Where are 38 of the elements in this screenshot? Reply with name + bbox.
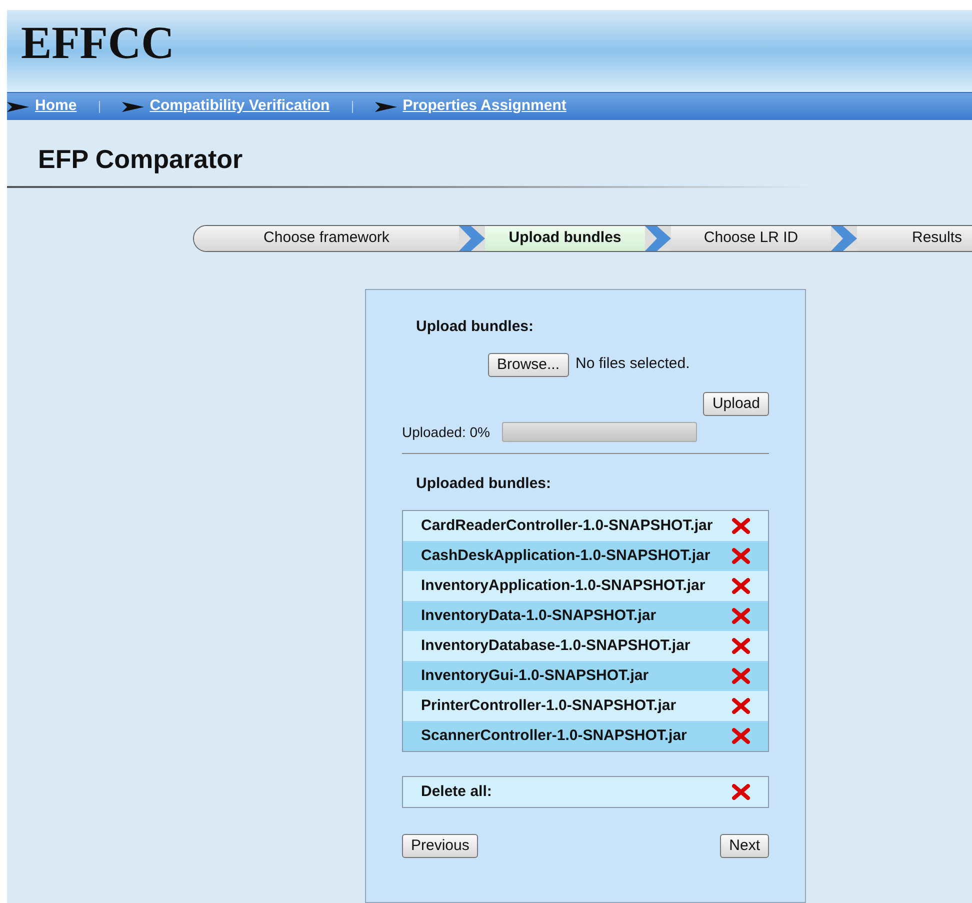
delete-icon[interactable] xyxy=(732,698,750,714)
progress-label: Uploaded: 0% xyxy=(402,422,490,442)
arrow-icon xyxy=(122,102,144,112)
bundle-name: InventoryGui-1.0-SNAPSHOT.jar xyxy=(421,666,649,686)
bundle-name: InventoryApplication-1.0-SNAPSHOT.jar xyxy=(421,576,706,596)
delete-icon[interactable] xyxy=(732,608,750,624)
upload-button[interactable]: Upload xyxy=(703,392,769,416)
next-button[interactable]: Next xyxy=(720,834,769,858)
chevron-icon xyxy=(645,226,671,251)
bundle-name: CardReaderController-1.0-SNAPSHOT.jar xyxy=(421,516,713,536)
delete-icon[interactable] xyxy=(732,668,750,684)
logo: EFFCC xyxy=(21,20,174,66)
arrow-icon xyxy=(374,102,397,112)
delete-icon[interactable] xyxy=(732,548,750,564)
file-status: No files selected. xyxy=(576,354,690,374)
section-heading: Uploaded bundles: xyxy=(415,474,552,494)
browse-button[interactable]: Browse... xyxy=(488,352,569,376)
previous-button[interactable]: Previous xyxy=(402,834,478,858)
wizard-step[interactable]: Choose framework xyxy=(194,226,459,251)
page-title: EFP Comparator xyxy=(38,146,244,172)
delete-all-label: Delete all: xyxy=(421,782,492,802)
delete-icon[interactable] xyxy=(732,784,750,800)
bundle-name: CashDeskApplication-1.0-SNAPSHOT.jar xyxy=(421,546,710,566)
bundle-name: InventoryDatabase-1.0-SNAPSHOT.jar xyxy=(421,636,690,656)
delete-icon[interactable] xyxy=(732,518,750,534)
delete-icon[interactable] xyxy=(732,578,750,594)
delete-icon[interactable] xyxy=(732,728,750,744)
arrow-icon xyxy=(7,102,29,112)
section-heading: Upload bundles: xyxy=(415,317,534,337)
bundle-name: ScannerController-1.0-SNAPSHOT.jar xyxy=(421,726,687,746)
wizard-step[interactable]: Upload bundles xyxy=(485,226,645,251)
wizard-step[interactable]: Choose LR ID xyxy=(671,226,831,251)
chevron-icon xyxy=(831,226,857,251)
bundle-name: InventoryData-1.0-SNAPSHOT.jar xyxy=(421,606,656,626)
chevron-icon xyxy=(459,226,485,251)
delete-icon[interactable] xyxy=(732,638,750,654)
bundle-name: PrinterController-1.0-SNAPSHOT.jar xyxy=(421,696,676,716)
wizard-step[interactable]: Results xyxy=(857,226,972,251)
